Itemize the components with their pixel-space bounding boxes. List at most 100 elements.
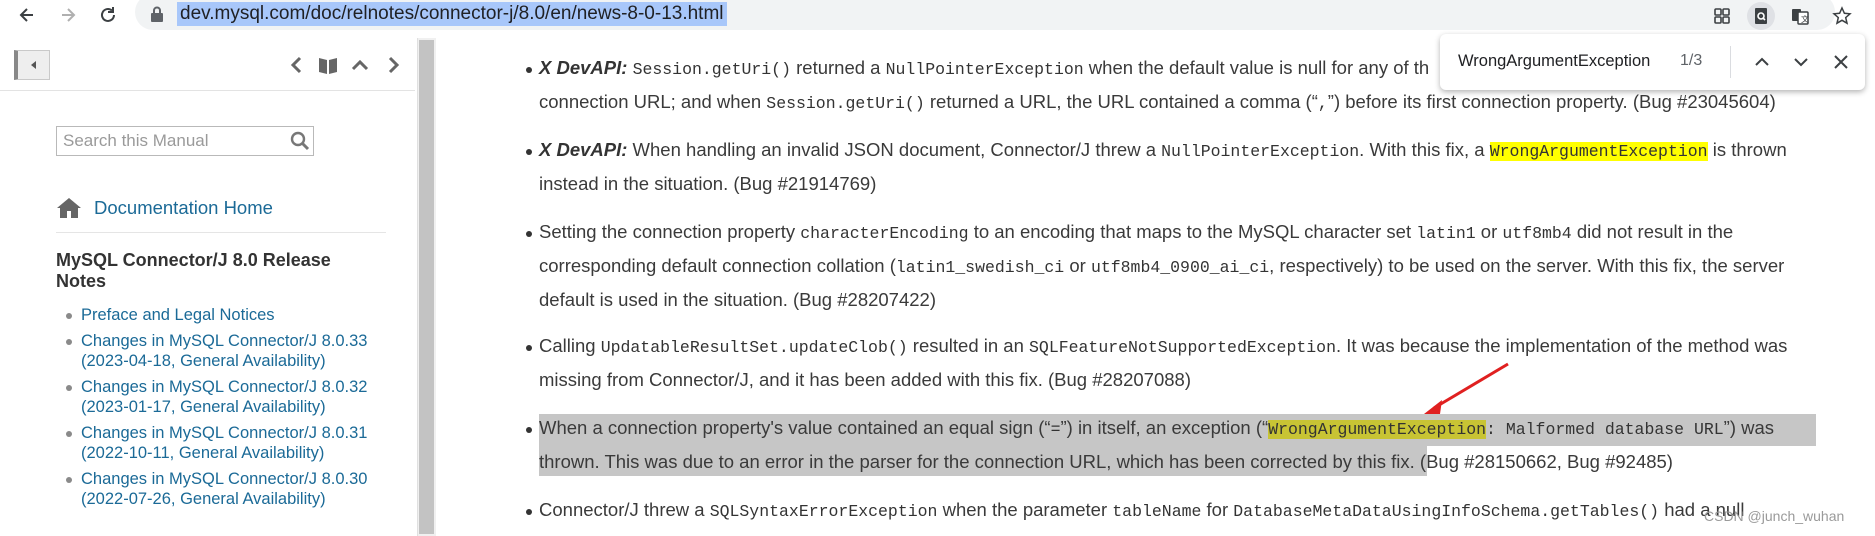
text: instead in the situation. (Bug #21914769… xyxy=(539,173,877,194)
code: latin1 xyxy=(1416,224,1476,243)
code: tableName xyxy=(1112,502,1202,521)
bullet xyxy=(526,509,532,515)
bullet xyxy=(526,149,532,155)
text: or xyxy=(1475,221,1503,242)
code: characterEncoding xyxy=(800,224,969,243)
find-page-icon xyxy=(1755,8,1767,24)
star-icon xyxy=(1832,6,1852,25)
find-previous-button[interactable] xyxy=(1748,48,1776,76)
bullet xyxy=(526,427,532,433)
text: resulted in an xyxy=(907,335,1030,356)
find-close-button[interactable] xyxy=(1827,48,1855,76)
code: Session.getUri() xyxy=(632,60,791,79)
url-text[interactable]: dev.mysql.com/doc/relnotes/connector-j/8… xyxy=(177,2,727,26)
grid-icon xyxy=(1714,8,1730,24)
text: Connector/J threw a xyxy=(539,499,710,520)
text: (Bug #28150662, Bug #92485) xyxy=(1414,451,1673,472)
text: or xyxy=(1064,255,1091,276)
close-icon xyxy=(1834,55,1848,69)
forward-button[interactable] xyxy=(55,2,81,28)
annotation-arrow-icon xyxy=(1424,362,1509,414)
list-item-selected: When a connection property's value conta… xyxy=(539,412,1819,478)
text: returned a URL, the URL contained a comm… xyxy=(924,91,1318,112)
text: missing from Connector/J, and it has bee… xyxy=(539,369,1191,390)
home-icon xyxy=(57,198,81,218)
search-icon[interactable] xyxy=(289,130,311,152)
sidebar-toolbar xyxy=(0,40,420,88)
manual-sidebar: Documentation Home MySQL Connector/J 8.0… xyxy=(0,38,420,536)
svg-text:文: 文 xyxy=(1801,14,1809,24)
reload-icon xyxy=(101,7,115,22)
text: When a connection property's value conta… xyxy=(539,417,1051,438)
find-in-page-button[interactable] xyxy=(1747,2,1775,30)
text: returned a xyxy=(791,57,886,78)
next-page-button[interactable] xyxy=(380,52,406,78)
code: UpdatableResultSet.updateClob() xyxy=(600,338,908,357)
active-find-match-highlight: WrongArgumentException xyxy=(1268,420,1487,439)
back-button[interactable] xyxy=(14,2,40,28)
code: = xyxy=(1050,420,1061,439)
sidebar-divider xyxy=(0,90,415,91)
toc-item[interactable]: Changes in MySQL Connector/J 8.0.33 (202… xyxy=(64,331,394,371)
translate-icon: 文 xyxy=(1792,9,1809,25)
toc-button[interactable] xyxy=(315,52,341,78)
text: when the default value is null for any o… xyxy=(1083,57,1430,78)
collapse-sidebar-button[interactable] xyxy=(14,50,50,80)
list-item: Calling UpdatableResultSet.updateClob() … xyxy=(539,330,1819,396)
prev-page-button[interactable] xyxy=(284,52,310,78)
documentation-home-link[interactable]: Documentation Home xyxy=(56,194,273,222)
chevron-up-icon xyxy=(351,59,369,71)
arrow-left-small-icon xyxy=(30,61,36,69)
text: Setting the connection property xyxy=(539,221,801,242)
chevron-up-icon xyxy=(1755,57,1769,66)
text: ”) in itself, an exception (“ xyxy=(1060,417,1269,438)
search-input[interactable] xyxy=(63,130,283,152)
text: , respectively) to be used on the server… xyxy=(1269,255,1785,276)
text: Calling xyxy=(539,335,601,356)
code: utf8mb4_0900_ai_ci xyxy=(1090,258,1270,277)
list-item: X DevAPI: When handling an invalid JSON … xyxy=(539,134,1819,200)
divider xyxy=(56,232,386,233)
search-box xyxy=(56,126,314,156)
up-page-button[interactable] xyxy=(347,52,373,78)
text: When handling an invalid JSON document, … xyxy=(627,139,1162,160)
toc-item[interactable]: Preface and Legal Notices xyxy=(64,305,394,325)
code: utf8mb4 xyxy=(1502,224,1572,243)
text: ”) before its first connection property.… xyxy=(1327,91,1776,112)
divider xyxy=(1730,46,1731,78)
text: for xyxy=(1201,499,1234,520)
find-match-highlight: WrongArgumentException xyxy=(1489,142,1708,161)
bullet xyxy=(526,67,532,73)
toc-item[interactable]: Changes in MySQL Connector/J 8.0.32 (202… xyxy=(64,377,394,417)
api-label: X DevAPI: xyxy=(539,139,628,160)
text: thrown. This was due to an error in the … xyxy=(539,451,1415,472)
reload-button[interactable] xyxy=(95,2,121,28)
text: default is used in the situation. (Bug #… xyxy=(539,289,937,310)
code: SQLFeatureNotSupportedException xyxy=(1029,338,1336,357)
toc-item[interactable]: Changes in MySQL Connector/J 8.0.30 (202… xyxy=(64,469,394,509)
text: ”) was xyxy=(1723,417,1775,438)
code: DatabaseMetaDataUsingInfoSchema.getTable… xyxy=(1233,502,1660,521)
find-next-button[interactable] xyxy=(1787,48,1815,76)
text: corresponding default connection collati… xyxy=(539,255,896,276)
bookmark-button[interactable] xyxy=(1828,2,1856,30)
list-item: Connector/J threw a SQLSyntaxErrorExcept… xyxy=(539,494,1819,528)
code: NullPointerException xyxy=(885,60,1084,79)
find-input[interactable]: WrongArgumentException xyxy=(1458,52,1650,71)
code: , xyxy=(1317,94,1328,113)
text: to an encoding that maps to the MySQL ch… xyxy=(968,221,1417,242)
translate-button[interactable]: 文 xyxy=(1786,2,1814,30)
code: NullPointerException xyxy=(1161,142,1360,161)
chevron-right-icon xyxy=(388,56,400,74)
text: when the parameter xyxy=(937,499,1113,520)
bullet xyxy=(526,231,532,237)
text: . With this fix, a xyxy=(1359,139,1490,160)
sidebar-scrollbar-thumb[interactable] xyxy=(419,40,434,534)
apps-button[interactable] xyxy=(1708,2,1736,30)
text: is thrown xyxy=(1707,139,1787,160)
code: Session.getUri() xyxy=(766,94,925,113)
text: connection URL; and when xyxy=(539,91,767,112)
toc-item[interactable]: Changes in MySQL Connector/J 8.0.31 (202… xyxy=(64,423,394,463)
arrow-right-icon xyxy=(62,8,76,22)
lock-icon[interactable] xyxy=(150,6,164,22)
